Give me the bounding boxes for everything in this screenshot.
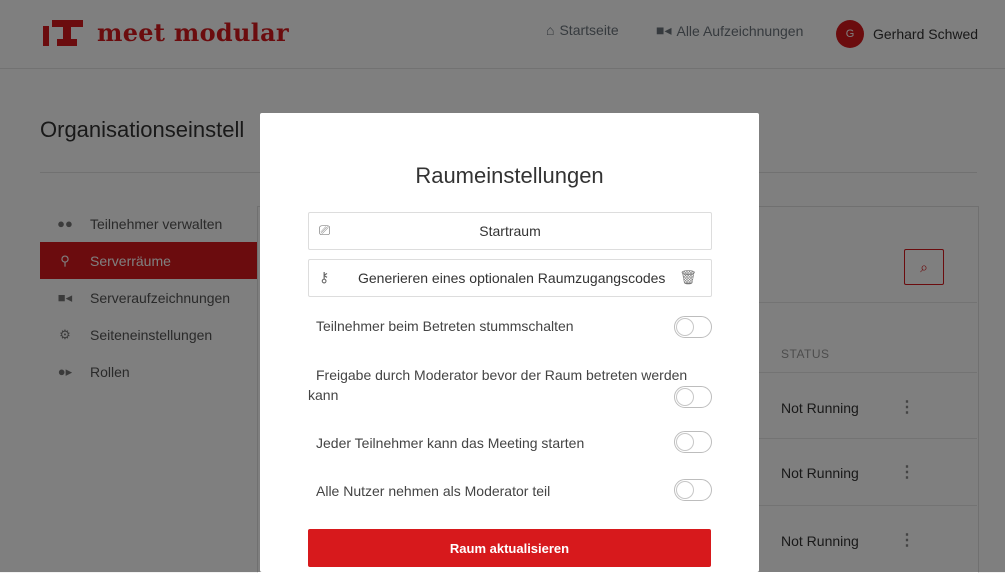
toggle-label: Alle Nutzer nehmen als Moderator teil <box>316 483 551 499</box>
update-room-button[interactable]: Raum aktualisieren <box>308 529 711 567</box>
room-settings-modal: Raumeinstellungen ⎚ Startraum ⚷ Generier… <box>260 113 759 572</box>
toggle-knob <box>676 433 694 451</box>
toggle-knob <box>676 318 694 336</box>
toggle-label: Freigabe durch Moderator bevor der Raum … <box>308 367 688 403</box>
all-join-as-moderator-toggle[interactable] <box>674 479 712 501</box>
modal-title: Raumeinstellungen <box>415 163 604 188</box>
toggle-row-mute: Teilnehmer beim Betreten stummschalten <box>308 316 710 336</box>
toggle-row-approval: Freigabe durch Moderator bevor der Raum … <box>308 365 708 405</box>
toggle-label: Jeder Teilnehmer kann das Meeting starte… <box>316 435 585 451</box>
mute-on-join-toggle[interactable] <box>674 316 712 338</box>
access-code-label: Generieren eines optionalen Raumzugangsc… <box>358 270 666 286</box>
toggle-row-anyone-start: Jeder Teilnehmer kann das Meeting starte… <box>308 433 710 453</box>
moderator-approval-toggle[interactable] <box>674 386 712 408</box>
trash-icon[interactable]: 🗑 <box>679 269 697 286</box>
key-icon: ⚷ <box>319 269 330 285</box>
access-code-field[interactable]: ⚷ Generieren eines optionalen Raumzugang… <box>308 259 712 297</box>
room-name-input[interactable]: ⎚ Startraum <box>308 212 712 250</box>
toggle-label: Teilnehmer beim Betreten stummschalten <box>316 318 574 334</box>
toggle-knob <box>676 481 694 499</box>
room-name-value: Startraum <box>479 223 541 239</box>
toggle-row-all-moderators: Alle Nutzer nehmen als Moderator teil <box>308 481 710 501</box>
anyone-can-start-toggle[interactable] <box>674 431 712 453</box>
toggle-knob <box>676 388 694 406</box>
